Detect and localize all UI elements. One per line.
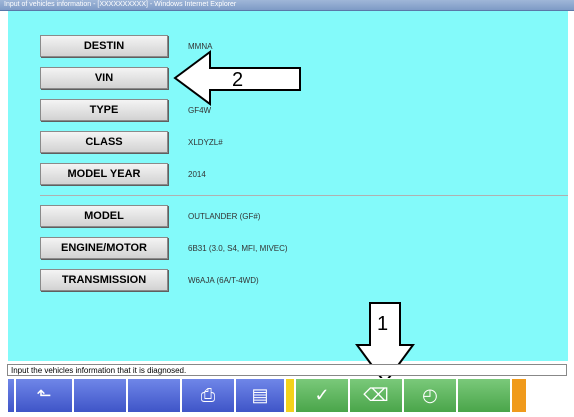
model-label: MODEL	[84, 210, 124, 222]
print-button[interactable]: ⎙	[181, 378, 235, 413]
clear-button[interactable]: ⌫	[349, 378, 403, 413]
model-year-button[interactable]: MODEL YEAR	[40, 163, 168, 185]
model-year-label: MODEL YEAR	[67, 168, 141, 180]
clock-icon: ◴	[422, 385, 438, 405]
model-year-value: 2014	[188, 170, 206, 179]
history-button[interactable]: ◴	[403, 378, 457, 413]
transmission-label: TRANSMISSION	[61, 274, 147, 286]
destin-label: DESTIN	[83, 40, 125, 52]
engine-motor-button[interactable]: ENGINE/MOTOR	[40, 237, 168, 259]
destin-button[interactable]: DESTIN	[40, 35, 168, 57]
toolbar-edge-right	[511, 378, 527, 413]
section-divider	[40, 195, 568, 196]
vehicle-info-panel: DESTIN MMNA VIN 0148 TYPE GF4W CLASS XLD…	[8, 11, 568, 361]
toolbar-empty-3	[457, 378, 511, 413]
engine-motor-value: 6B31 (3.0, S4, MFI, MIVEC)	[188, 244, 288, 253]
window-title: Input of vehicles information - [XXXXXXX…	[4, 1, 237, 8]
vin-label: VIN	[94, 72, 114, 84]
toolbar-empty-1	[73, 378, 127, 413]
document-button[interactable]: ▤	[235, 378, 285, 413]
vin-button[interactable]: VIN	[40, 67, 168, 89]
model-button[interactable]: MODEL	[40, 205, 168, 227]
class-label: CLASS	[85, 136, 123, 148]
printer-icon: ⎙	[200, 385, 216, 405]
transmission-value: W6AJA (6A/T-4WD)	[188, 276, 259, 285]
class-value: XLDYZL#	[188, 138, 223, 147]
transmission-button[interactable]: TRANSMISSION	[40, 269, 168, 291]
confirm-button[interactable]: ✓	[295, 378, 349, 413]
type-label: TYPE	[89, 104, 119, 116]
type-value: GF4W	[188, 106, 212, 115]
type-button[interactable]: TYPE	[40, 99, 168, 121]
bottom-toolbar: ⬑ ⎙ ▤ ✓ ⌫ ◴	[7, 378, 567, 413]
model-value: OUTLANDER (GF#)	[188, 212, 261, 221]
eraser-icon: ⌫	[363, 385, 389, 405]
toolbar-empty-2	[127, 378, 181, 413]
checkmark-icon: ✓	[314, 385, 330, 405]
window-titlebar: Input of vehicles information - [XXXXXXX…	[0, 0, 574, 11]
engine-motor-label: ENGINE/MOTOR	[61, 242, 147, 254]
toolbar-edge-left	[7, 378, 15, 413]
vin-value: 0148	[263, 74, 281, 83]
back-arrow-icon: ⬑	[36, 385, 52, 405]
document-icon: ▤	[251, 385, 269, 405]
status-bar: Input the vehicles information that it i…	[7, 364, 567, 376]
toolbar-divider	[285, 378, 295, 413]
destin-value: MMNA	[188, 42, 213, 51]
back-button[interactable]: ⬑	[15, 378, 73, 413]
class-button[interactable]: CLASS	[40, 131, 168, 153]
